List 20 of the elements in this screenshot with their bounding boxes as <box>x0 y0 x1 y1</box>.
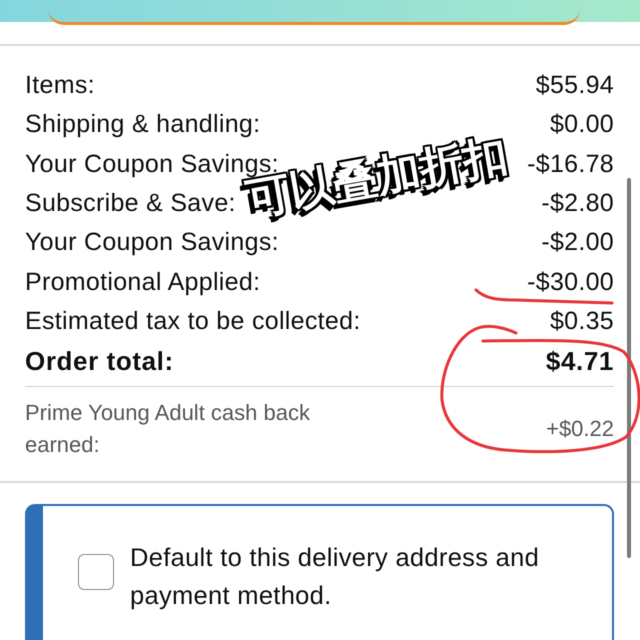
summary-label: Estimated tax to be collected: <box>25 306 361 336</box>
scrollbar[interactable] <box>627 178 631 558</box>
summary-value: -$16.78 <box>527 150 614 179</box>
summary-value: $0.00 <box>550 110 614 140</box>
summary-label: Your Coupon Savings: <box>25 228 279 258</box>
summary-label: Shipping & handling: <box>25 110 260 140</box>
summary-label: Promotional Applied: <box>25 268 260 297</box>
summary-value: -$30.00 <box>527 268 614 297</box>
cashback-value: +$0.22 <box>546 415 614 444</box>
summary-value: $0.35 <box>550 306 614 336</box>
option-label: Default to this delivery address and payment method. <box>130 543 540 612</box>
summary-label: Subscribe & Save: <box>25 189 236 218</box>
summary-value: -$2.00 <box>541 228 614 258</box>
order-total-label: Order total: <box>25 346 174 377</box>
summary-value: -$2.80 <box>541 189 614 218</box>
summary-label: Items: <box>25 71 95 100</box>
checkbox[interactable] <box>78 554 114 590</box>
order-total-value: $4.71 <box>546 346 614 377</box>
summary-value: $55.94 <box>536 71 614 100</box>
cashback-label: Prime Young Adult cash back earned: <box>25 399 311 460</box>
